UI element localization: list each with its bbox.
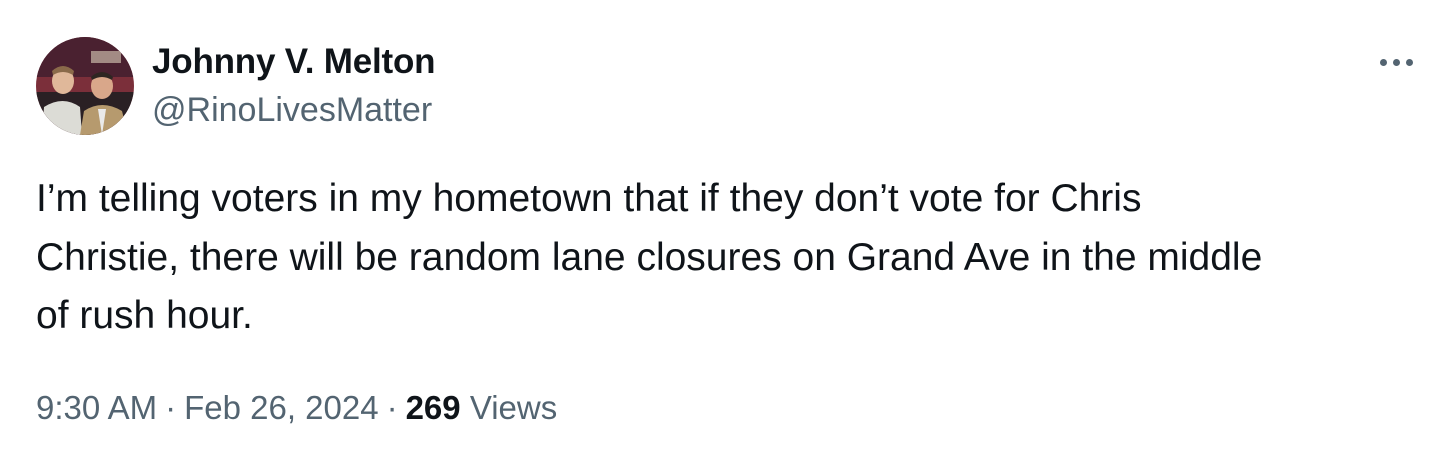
tweet-text: I’m telling voters in my hometown that i… xyxy=(36,170,1426,346)
avatar-photo xyxy=(36,37,134,135)
tweet-text-line: of rush hour. xyxy=(36,294,253,337)
tweet-date-link[interactable]: Feb 26, 2024 xyxy=(184,389,379,426)
tweet-card: Johnny V. Melton @RinoLivesMatter I’m te… xyxy=(0,0,1456,463)
author-handle[interactable]: @RinoLivesMatter xyxy=(152,88,432,132)
tweet-text-line: I’m telling voters in my hometown that i… xyxy=(36,177,1142,220)
views-label: Views xyxy=(469,389,558,426)
tweet-text-line: Christie, there will be random lane clos… xyxy=(36,235,1263,279)
meta-separator: · xyxy=(386,389,398,426)
views-count: 269 xyxy=(405,389,461,426)
author-display-name[interactable]: Johnny V. Melton xyxy=(152,40,436,84)
tweet-time-link[interactable]: 9:30 AM xyxy=(36,389,157,426)
meta-separator: · xyxy=(165,389,177,426)
more-horizontal-icon xyxy=(1379,58,1387,66)
tweet-meta: 9:30 AM · Feb 26, 2024 · 269 Views xyxy=(36,384,557,432)
more-horizontal-icon-dot xyxy=(1392,58,1400,66)
more-options-button[interactable] xyxy=(1366,40,1426,84)
more-horizontal-icon-dot xyxy=(1405,58,1413,66)
avatar[interactable] xyxy=(36,37,134,135)
